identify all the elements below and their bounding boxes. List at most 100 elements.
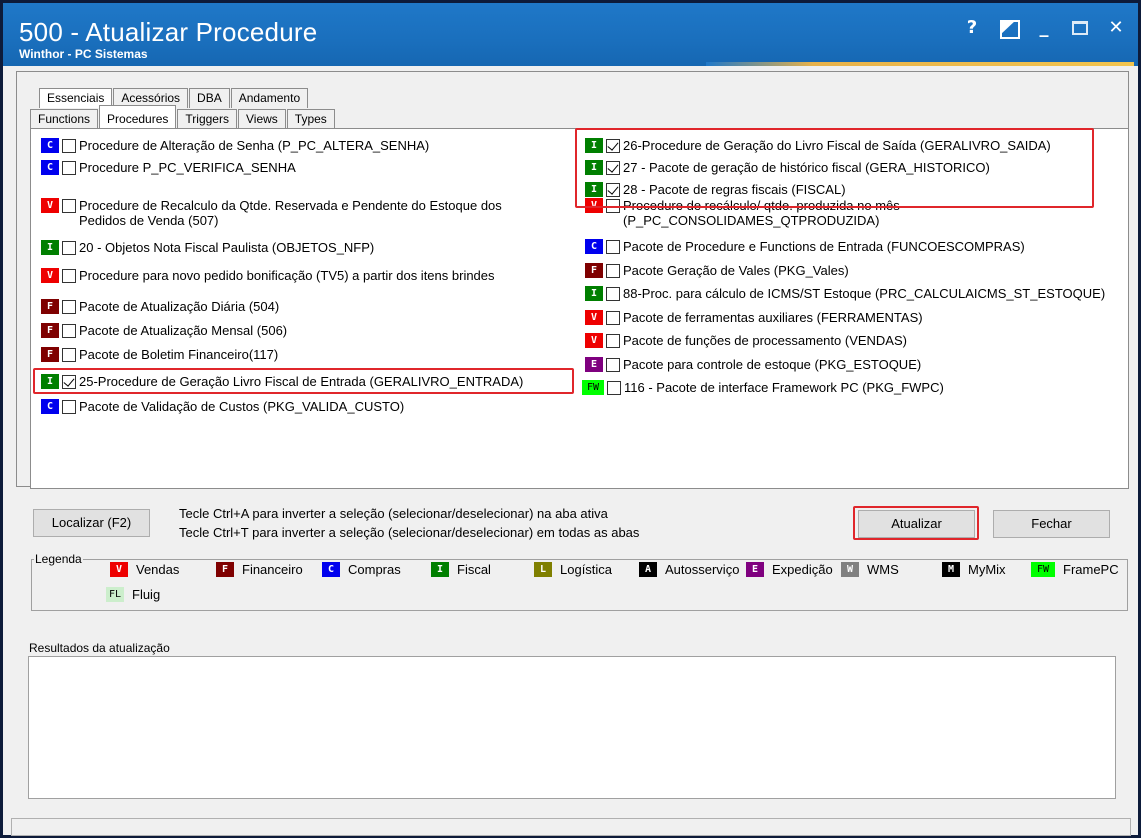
category-badge-i: I	[41, 240, 59, 255]
procedure-checkbox[interactable]	[62, 400, 76, 414]
category-badge-f: F	[41, 299, 59, 314]
window-title: 500 - Atualizar Procedure	[19, 17, 318, 47]
procedure-item[interactable]: V Procedure para novo pedido bonificação …	[41, 268, 495, 283]
procedure-checkbox[interactable]	[62, 348, 76, 362]
tab-triggers[interactable]: Triggers	[177, 109, 237, 129]
category-badge-v: V	[585, 333, 603, 348]
hint-ctrl-t: Tecle Ctrl+T para inverter a seleção (se…	[179, 525, 640, 540]
procedure-label: 20 - Objetos Nota Fiscal Paulista (OBJET…	[79, 240, 375, 255]
procedure-label: Pacote de ferramentas auxiliares (FERRAM…	[623, 310, 923, 325]
procedure-item[interactable]: C Pacote de Procedure e Functions de Entr…	[585, 239, 1025, 254]
procedure-checkbox[interactable]	[606, 287, 620, 301]
procedure-item[interactable]: F Pacote de Atualização Mensal (506)	[41, 323, 287, 338]
category-badge-f: F	[585, 263, 603, 278]
procedure-item[interactable]: C Procedure de Alteração de Senha (P_PC_A…	[41, 138, 429, 153]
procedure-label: 88-Proc. para cálculo de ICMS/ST Estoque…	[623, 286, 1106, 301]
minimize-icon[interactable]: _	[1034, 17, 1054, 38]
fechar-button[interactable]: Fechar	[993, 510, 1110, 538]
tab-dba[interactable]: DBA	[189, 88, 230, 108]
tab-andamento[interactable]: Andamento	[230, 88, 309, 108]
procedure-item[interactable]: F Pacote Geração de Vales (PKG_Vales)	[585, 263, 849, 278]
tab-types[interactable]: Types	[286, 109, 335, 129]
procedure-checkbox[interactable]	[606, 358, 620, 372]
category-badge-f: F	[216, 562, 234, 577]
procedure-label: Pacote de Procedure e Functions de Entra…	[623, 239, 1025, 254]
procedure-checkbox[interactable]	[606, 311, 620, 325]
legend-label: Compras	[348, 562, 401, 577]
category-badge-v: V	[585, 310, 603, 325]
procedure-item[interactable]: FW 116 - Pacote de interface Framework PC…	[582, 380, 944, 395]
tab-row-secondary: Functions Procedures Triggers Views Types	[30, 105, 336, 129]
procedure-checkbox[interactable]	[606, 334, 620, 348]
title-bar[interactable]: 500 - Atualizar Procedure Winthor - PC S…	[3, 3, 1138, 66]
procedure-item[interactable]: F Pacote de Boletim Financeiro(117)	[41, 347, 278, 362]
legend-item: L Logística	[534, 562, 612, 577]
procedure-checkbox[interactable]	[62, 161, 76, 175]
close-icon[interactable]: ✕	[1106, 17, 1126, 38]
procedure-label: Pacote de Atualização Mensal (506)	[79, 323, 288, 338]
category-badge-e: E	[585, 357, 603, 372]
procedure-item[interactable]: C Pacote de Validação de Custos (PKG_VALI…	[41, 399, 404, 414]
procedure-label: Procedure de Recalculo da Qtde. Reservad…	[79, 198, 502, 228]
results-textarea[interactable]	[28, 656, 1116, 799]
procedure-label: Procedure de Alteração de Senha (P_PC_AL…	[79, 138, 430, 153]
restore-icon[interactable]	[1000, 20, 1020, 39]
hint-ctrl-a: Tecle Ctrl+A para inverter a seleção (se…	[179, 506, 608, 521]
legend-label: Financeiro	[242, 562, 303, 577]
procedure-label: Pacote Geração de Vales (PKG_Vales)	[623, 263, 849, 278]
procedures-panel: C Procedure de Alteração de Senha (P_PC_A…	[30, 128, 1129, 489]
procedure-item[interactable]: V Procedure de Recalculo da Qtde. Reserva…	[41, 198, 539, 228]
legend-title: Legenda	[34, 552, 83, 566]
procedure-checkbox[interactable]	[606, 264, 620, 278]
procedure-item[interactable]: I 20 - Objetos Nota Fiscal Paulista (OBJE…	[41, 240, 374, 255]
procedure-item[interactable]: V Pacote de funções de processamento (VEN…	[585, 333, 907, 348]
procedure-label: Procedure para novo pedido bonificação (…	[79, 268, 495, 283]
legend-item: A Autosserviço	[639, 562, 739, 577]
procedure-checkbox[interactable]	[62, 139, 76, 153]
category-badge-f: F	[41, 347, 59, 362]
localizar-button[interactable]: Localizar (F2)	[33, 509, 150, 537]
procedure-item[interactable]: E Pacote para controle de estoque (PKG_ES…	[585, 357, 921, 372]
highlight-atualizar	[853, 506, 979, 540]
procedure-item[interactable]: C Procedure P_PC_VERIFICA_SENHA	[41, 160, 296, 175]
category-badge-f: F	[41, 323, 59, 338]
procedure-checkbox[interactable]	[62, 199, 76, 213]
tab-views[interactable]: Views	[237, 109, 286, 129]
procedure-label: Pacote de funções de processamento (VEND…	[623, 333, 907, 348]
procedure-checkbox[interactable]	[62, 324, 76, 338]
procedure-item[interactable]: V Pacote de ferramentas auxiliares (FERRA…	[585, 310, 923, 325]
window-subtitle: Winthor - PC Sistemas	[19, 47, 148, 61]
category-badge-m: M	[942, 562, 960, 577]
category-badge-c: C	[585, 239, 603, 254]
tab-functions[interactable]: Functions	[30, 109, 99, 129]
legend-item: M MyMix	[942, 562, 1006, 577]
category-badge-i: I	[431, 562, 449, 577]
main-tab-container: Essenciais Acessórios DBA Andamento Functio…	[16, 71, 1129, 489]
procedure-checkbox[interactable]	[606, 240, 620, 254]
procedure-item[interactable]: I 88-Proc. para cálculo de ICMS/ST Estoqu…	[585, 286, 1105, 301]
legend-item: E Expedição	[746, 562, 833, 577]
legend-label: WMS	[867, 562, 899, 577]
legend-item: W WMS	[841, 562, 899, 577]
legend-label: Expedição	[772, 562, 833, 577]
category-badge-v: V	[41, 198, 59, 213]
procedure-checkbox[interactable]	[607, 381, 621, 395]
procedure-checkbox[interactable]	[62, 269, 76, 283]
legend-item: F Financeiro	[216, 562, 303, 577]
category-badge-e: E	[746, 562, 764, 577]
maximize-icon[interactable]	[1072, 20, 1088, 35]
category-badge-c: C	[41, 138, 59, 153]
procedure-item[interactable]: F Pacote de Atualização Diária (504)	[41, 299, 279, 314]
help-icon[interactable]: ?	[962, 17, 982, 38]
procedure-checkbox[interactable]	[62, 241, 76, 255]
legend-label: FramePC	[1063, 562, 1119, 577]
category-badge-c: C	[322, 562, 340, 577]
legend-label: Fluig	[132, 587, 161, 602]
procedure-checkbox[interactable]	[62, 300, 76, 314]
highlight-geralivro-entrada	[33, 368, 574, 394]
category-badge-v: V	[110, 562, 128, 577]
tab-procedures[interactable]: Procedures	[99, 105, 177, 129]
legend-item: V Vendas	[110, 562, 179, 577]
procedure-label: 116 - Pacote de interface Framework PC (…	[624, 380, 944, 395]
legend-label: Vendas	[136, 562, 180, 577]
